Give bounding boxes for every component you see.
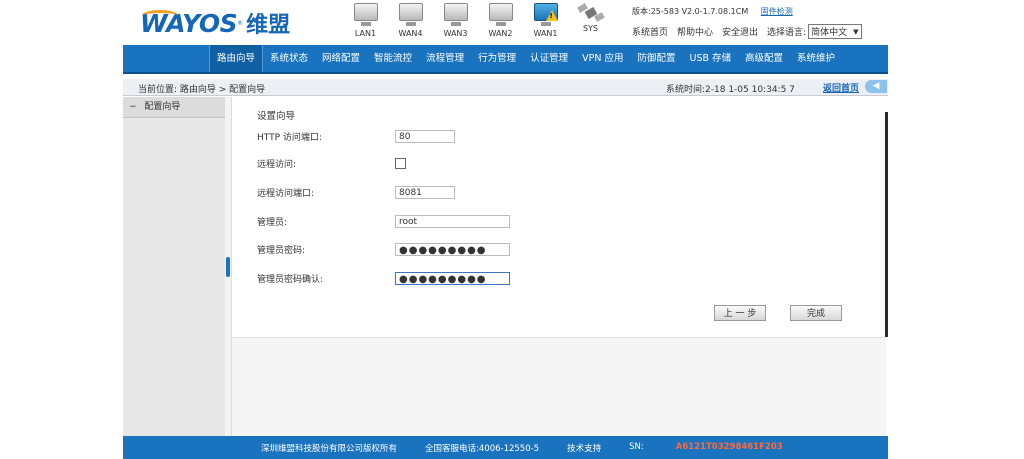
password-confirm-label: 管理员密码确认:	[257, 275, 324, 285]
nav-auth-management[interactable]: 认证管理	[523, 45, 575, 72]
nav-vpn[interactable]: VPN 应用	[575, 45, 630, 72]
nav-maintenance[interactable]: 系统维护	[790, 45, 842, 72]
footer-copyright: 深圳维盟科技股份有限公司版权所有	[261, 444, 398, 454]
password-row: 管理员密码: ●●●●●●●●●	[257, 242, 510, 257]
sn-value: A6121T03298461F203	[675, 442, 783, 452]
nav-usb-storage[interactable]: USB 存储	[682, 45, 738, 72]
remote-access-label: 远程访问:	[257, 160, 297, 170]
wizard-form: 设置向导 HTTP 访问端口: 80 远程访问: 远程访问端口: 8081 管理…	[232, 97, 886, 338]
monitor-icon	[398, 3, 423, 21]
port-lan1[interactable]: LAN1	[343, 3, 388, 38]
logout-link[interactable]: 安全退出	[722, 25, 758, 38]
breadcrumb: 当前位置: 路由向导 > 配置向导	[138, 85, 266, 95]
http-port-row: HTTP 访问端口: 80	[257, 129, 455, 144]
top-links: 系统首页 帮助中心 安全退出 选择语言: 简体中文 ▼	[632, 24, 862, 39]
monitor-stand	[405, 22, 416, 26]
nav-system-status[interactable]: 系统状态	[263, 45, 315, 72]
wayos-logo: WAYOS ® 维盟	[140, 6, 290, 40]
nav-network-config[interactable]: 网络配置	[315, 45, 367, 72]
footer-hotline: 全国客服电话:4006-12550-5	[425, 444, 540, 454]
remote-port-field[interactable]: 8081	[395, 186, 455, 199]
logo-chinese: 维盟	[246, 13, 291, 38]
sn-label: SN:	[629, 442, 644, 452]
port-wan1[interactable]: ! WAN1	[523, 3, 568, 38]
http-port-field[interactable]: 80	[395, 130, 455, 143]
footer-support-link[interactable]: 技术支持	[567, 442, 601, 454]
port-wan3[interactable]: WAN3	[433, 3, 478, 38]
main-area: 设置向导 HTTP 访问端口: 80 远程访问: 远程访问端口: 8081 管理…	[232, 97, 886, 436]
port-label: WAN4	[398, 29, 423, 38]
logo-swoosh	[142, 10, 178, 21]
nav-defense[interactable]: 防御配置	[630, 45, 682, 72]
footer: 深圳维盟科技股份有限公司版权所有 全国客服电话:4006-12550-5 技术支…	[123, 436, 888, 459]
remote-access-checkbox[interactable]	[395, 158, 406, 169]
section-title: 设置向导	[257, 111, 296, 122]
password-label: 管理员密码:	[257, 246, 306, 256]
sidebar-splitter[interactable]	[225, 97, 232, 436]
previous-step-button[interactable]: 上 一 步	[714, 305, 766, 321]
footer-sn: SN: A6121T03298461F203	[629, 442, 811, 454]
sidebar-item-label: 配置向导	[144, 102, 181, 112]
admin-row: 管理员: root	[257, 214, 510, 229]
content-scrollbar[interactable]	[885, 112, 888, 337]
password-confirm-row: 管理员密码确认: ●●●●●●●●●	[257, 271, 510, 286]
monitor-stand	[450, 22, 461, 26]
remote-access-row: 远程访问:	[257, 156, 406, 171]
http-port-label: HTTP 访问端口:	[257, 133, 322, 143]
port-wan2[interactable]: WAN2	[478, 3, 523, 38]
breadcrumb-bar: 当前位置: 路由向导 > 配置向导 系统时间:2-18 1-05 10:34:5…	[123, 79, 888, 96]
nav-smart-flow[interactable]: 智能流控	[367, 45, 419, 72]
version-text: 版本:25-583 V2.0-1.7.08.1CM	[632, 7, 749, 16]
monitor-stand	[540, 22, 551, 26]
port-status-bar: LAN1 WAN4 WAN3 WAN2 ! WAN1 SYS	[343, 3, 613, 38]
monitor-stand	[360, 22, 371, 26]
warning-mark: !	[549, 12, 553, 20]
firmware-check-link[interactable]: 固件检测	[761, 7, 793, 16]
logo-registered-mark: ®	[237, 19, 244, 27]
nav-behavior-management[interactable]: 行为管理	[471, 45, 523, 72]
splitter-handle[interactable]	[226, 257, 230, 277]
monitor-icon: !	[533, 3, 558, 21]
remote-port-row: 远程访问端口: 8081	[257, 185, 455, 200]
nav-advanced[interactable]: 高级配置	[738, 45, 790, 72]
admin-label: 管理员:	[257, 218, 288, 228]
language-select[interactable]: 简体中文 ▼	[808, 24, 862, 39]
admin-field[interactable]: root	[395, 215, 510, 228]
monitor-icon	[353, 3, 378, 21]
password-field[interactable]: ●●●●●●●●●	[395, 243, 510, 256]
satellite-icon	[576, 3, 605, 22]
monitor-stand	[495, 22, 506, 26]
sidebar: − 配置向导	[123, 97, 226, 436]
back-home-link[interactable]: 返回首页	[823, 81, 859, 94]
monitor-icon	[443, 3, 468, 21]
port-label: WAN2	[488, 29, 513, 38]
port-sys[interactable]: SYS	[568, 3, 613, 38]
language-label: 选择语言:	[767, 28, 807, 38]
back-arrow-icon[interactable]: ◀	[865, 80, 887, 93]
chevron-down-icon: ▼	[853, 27, 859, 36]
language-value: 简体中文	[811, 28, 848, 38]
nav-flow-management[interactable]: 流程管理	[419, 45, 471, 72]
remote-port-label: 远程访问端口:	[257, 189, 315, 199]
firmware-version: 版本:25-583 V2.0-1.7.08.1CM 固件检测	[632, 6, 793, 17]
port-wan4[interactable]: WAN4	[388, 3, 433, 38]
password-confirm-field[interactable]: ●●●●●●●●●	[395, 272, 510, 285]
help-link[interactable]: 帮助中心	[677, 25, 713, 38]
finish-button[interactable]: 完成	[790, 305, 842, 321]
port-label: WAN3	[443, 29, 468, 38]
port-label: SYS	[582, 24, 599, 33]
system-time: 系统时间:2-18 1-05 10:34:5 7	[666, 85, 795, 95]
port-label: WAN1	[533, 29, 558, 38]
nav-router-wizard[interactable]: 路由向导	[209, 45, 264, 72]
port-label: LAN1	[354, 29, 377, 38]
collapse-icon: −	[129, 102, 137, 112]
main-nav: 路由向导 系统状态 网络配置 智能流控 流程管理 行为管理 认证管理 VPN 应…	[123, 45, 888, 74]
sidebar-item-config-wizard[interactable]: − 配置向导	[123, 97, 225, 118]
home-link[interactable]: 系统首页	[632, 25, 668, 38]
monitor-icon	[488, 3, 513, 21]
